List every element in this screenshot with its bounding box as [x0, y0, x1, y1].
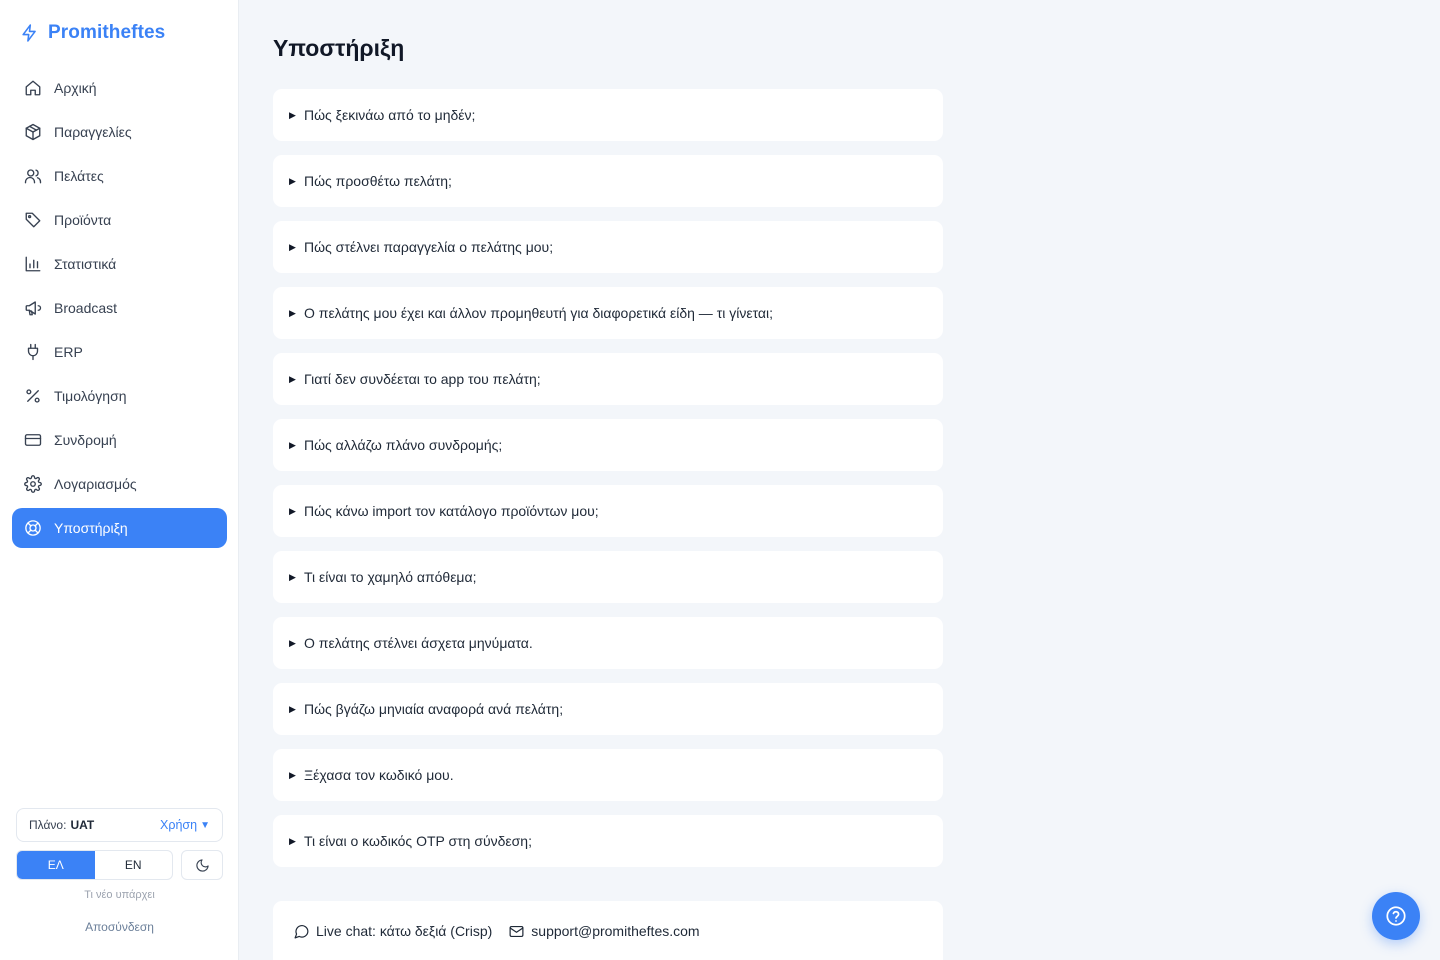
faq-question: Πώς στέλνει παραγγελία ο πελάτης μου; — [304, 239, 554, 255]
faq-item[interactable]: ▶ Πώς αλλάζω πλάνο συνδρομής; — [273, 419, 943, 471]
users-icon — [24, 167, 42, 185]
sidebar-item-label: Λογαριασμός — [54, 476, 137, 492]
logout-link[interactable]: Αποσύνδεση — [0, 920, 239, 934]
help-circle-icon — [1386, 906, 1406, 926]
sidebar-item-invoicing[interactable]: Τιμολόγηση — [12, 376, 227, 416]
sidebar-item-broadcast[interactable]: Broadcast — [12, 288, 227, 328]
expand-arrow-icon: ▶ — [289, 373, 296, 384]
sidebar-item-support[interactable]: Υποστήριξη — [12, 508, 227, 548]
expand-arrow-icon: ▶ — [289, 307, 296, 318]
sidebar-item-subscription[interactable]: Συνδρομή — [12, 420, 227, 460]
sidebar-nav: Αρχική Παραγγελίες Πελάτες Προϊόντα Στατ… — [12, 68, 227, 552]
whats-new-link[interactable]: Τι νέο υπάρχει — [0, 889, 239, 901]
faq-question: Πώς κάνω import τον κατάλογο προϊόντων μ… — [304, 503, 599, 519]
gear-icon — [24, 475, 42, 493]
sidebar-item-label: Broadcast — [54, 300, 118, 316]
sidebar-item-label: Παραγγελίες — [54, 124, 132, 140]
live-chat-label: Live chat: κάτω δεξιά (Crisp) — [316, 923, 493, 939]
faq-question: Πώς προσθέτω πελάτη; — [304, 173, 452, 189]
language-theme-row: ΕΛ EN — [16, 850, 223, 880]
bar-chart-icon — [24, 255, 42, 273]
plan-label: Πλάνο: — [29, 818, 67, 832]
usage-label: Χρήση — [160, 818, 198, 832]
faq-question: Πώς βγάζω μηνιαία αναφορά ανά πελάτη; — [304, 701, 564, 717]
faq-question: Ξέχασα τον κωδικό μου. — [304, 767, 454, 783]
megaphone-icon — [24, 299, 42, 317]
page-title: Υποστήριξη — [273, 35, 405, 61]
plan-box: Πλάνο: UAT Χρήση ▼ — [16, 808, 223, 842]
caret-down-icon: ▼ — [200, 819, 210, 831]
expand-arrow-icon: ▶ — [289, 637, 296, 648]
faq-question: Πώς ξεκινάω από το μηδέν; — [304, 107, 476, 123]
expand-arrow-icon: ▶ — [289, 439, 296, 450]
sidebar-item-label: Τιμολόγηση — [54, 388, 127, 404]
sidebar: Promitheftes Αρχική Παραγγελίες Πελάτες … — [0, 0, 239, 960]
credit-card-icon — [24, 431, 42, 449]
sidebar-item-label: Προϊόντα — [54, 212, 112, 228]
sidebar-item-label: Συνδρομή — [54, 432, 117, 448]
expand-arrow-icon: ▶ — [289, 703, 296, 714]
expand-arrow-icon: ▶ — [289, 109, 296, 120]
faq-item[interactable]: ▶ Πώς στέλνει παραγγελία ο πελάτης μου; — [273, 221, 943, 273]
faq-item[interactable]: ▶ Τι είναι το χαμηλό απόθεμα; — [273, 551, 943, 603]
faq-question: Γιατί δεν συνδέεται το app του πελάτη; — [304, 371, 541, 387]
language-option-el[interactable]: ΕΛ — [17, 851, 95, 879]
chat-bubble-icon — [294, 924, 309, 938]
faq-question: Ο πελάτης μου έχει και άλλον προμηθευτή … — [304, 305, 774, 321]
plug-icon — [24, 343, 42, 361]
theme-toggle-button[interactable] — [181, 850, 223, 880]
faq-item[interactable]: ▶ Πώς προσθέτω πελάτη; — [273, 155, 943, 207]
expand-arrow-icon: ▶ — [289, 571, 296, 582]
sidebar-item-home[interactable]: Αρχική — [12, 68, 227, 108]
sidebar-item-account[interactable]: Λογαριασμός — [12, 464, 227, 504]
faq-list: ▶ Πώς ξεκινάω από το μηδέν; ▶ Πώς προσθέτω… — [273, 89, 943, 881]
expand-arrow-icon: ▶ — [289, 241, 296, 252]
sidebar-item-label: Στατιστικά — [54, 256, 117, 272]
live-chat-link[interactable]: Live chat: κάτω δεξιά (Crisp) — [293, 923, 492, 940]
sidebar-item-statistics[interactable]: Στατιστικά — [12, 244, 227, 284]
lifebuoy-icon — [24, 519, 42, 537]
sidebar-item-erp[interactable]: ERP — [12, 332, 227, 372]
faq-question: Ο πελάτης στέλνει άσχετα μηνύματα. — [304, 635, 533, 651]
percent-icon — [24, 387, 42, 405]
moon-icon — [195, 858, 209, 872]
faq-item[interactable]: ▶ Ο πελάτης μου έχει και άλλον προμηθευτή… — [273, 287, 943, 339]
plan-value: UAT — [70, 818, 95, 832]
faq-item[interactable]: ▶ Ξέχασα τον κωδικό μου. — [273, 749, 943, 801]
faq-item[interactable]: ▶ Πώς βγάζω μηνιαία αναφορά ανά πελάτη; — [273, 683, 943, 735]
sidebar-item-customers[interactable]: Πελάτες — [12, 156, 227, 196]
sidebar-item-orders[interactable]: Παραγγελίες — [12, 112, 227, 152]
expand-arrow-icon: ▶ — [289, 769, 296, 780]
package-icon — [24, 123, 42, 141]
faq-item[interactable]: ▶ Πώς ξεκινάω από το μηδέν; — [273, 89, 943, 141]
language-switch: ΕΛ EN — [16, 850, 173, 880]
sidebar-item-label: Πελάτες — [54, 168, 104, 184]
lightning-icon — [22, 24, 36, 42]
faq-item[interactable]: ▶ Γιατί δεν συνδέεται το app του πελάτη; — [273, 353, 943, 405]
usage-dropdown[interactable]: Χρήση ▼ — [160, 818, 210, 832]
faq-item[interactable]: ▶ Τι είναι ο κωδικός OTP στη σύνδεση; — [273, 815, 943, 867]
support-email-link[interactable]: support@promitheftes.com — [508, 923, 700, 940]
faq-item[interactable]: ▶ Ο πελάτης στέλνει άσχετα μηνύματα. — [273, 617, 943, 669]
language-option-en[interactable]: EN — [95, 851, 173, 879]
home-icon — [24, 79, 42, 97]
expand-arrow-icon: ▶ — [289, 505, 296, 516]
faq-question: Τι είναι το χαμηλό απόθεμα; — [304, 569, 477, 585]
contact-card: Live chat: κάτω δεξιά (Crisp) support@pr… — [273, 901, 943, 960]
mail-icon — [509, 925, 524, 937]
support-email-label: support@promitheftes.com — [531, 923, 700, 939]
sidebar-item-label: ERP — [54, 344, 83, 360]
expand-arrow-icon: ▶ — [289, 835, 296, 846]
tag-icon — [24, 211, 42, 229]
brand[interactable]: Promitheftes — [20, 22, 165, 44]
faq-item[interactable]: ▶ Πώς κάνω import τον κατάλογο προϊόντων … — [273, 485, 943, 537]
brand-name: Promitheftes — [48, 22, 166, 43]
faq-question: Τι είναι ο κωδικός OTP στη σύνδεση; — [304, 833, 532, 849]
help-chat-button[interactable] — [1372, 892, 1420, 940]
expand-arrow-icon: ▶ — [289, 175, 296, 186]
faq-question: Πώς αλλάζω πλάνο συνδρομής; — [304, 437, 503, 453]
sidebar-item-label: Υποστήριξη — [54, 520, 128, 536]
sidebar-item-products[interactable]: Προϊόντα — [12, 200, 227, 240]
sidebar-item-label: Αρχική — [54, 80, 97, 96]
